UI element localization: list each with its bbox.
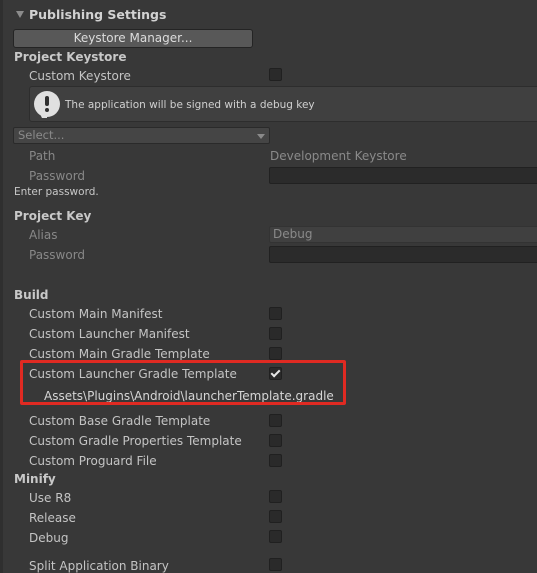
custom-base-gradle-template-label: Custom Base Gradle Template [29,414,211,428]
inspector-left-border [0,0,3,573]
warning-speech-bubble-icon [34,91,60,117]
use-r8-label: Use R8 [29,491,72,505]
split-application-binary-label: Split Application Binary [29,559,169,573]
alias-dropdown[interactable]: Debug [269,226,537,243]
keystore-password-field[interactable] [269,167,537,184]
foldout-title: Publishing Settings [29,7,167,22]
custom-launcher-manifest-checkbox[interactable] [269,327,282,340]
split-application-binary-checkbox[interactable] [269,558,282,571]
alias-label: Alias [29,228,58,242]
minify-debug-label: Debug [29,531,69,545]
custom-main-gradle-template-checkbox[interactable] [269,347,282,360]
minify-debug-checkbox[interactable] [269,530,282,543]
custom-keystore-label: Custom Keystore [29,69,131,83]
project-key-heading: Project Key [14,209,92,223]
custom-main-manifest-label: Custom Main Manifest [29,307,163,321]
publishing-settings-foldout[interactable]: Publishing Settings [16,7,166,22]
custom-keystore-checkbox[interactable] [269,68,282,81]
custom-gradle-properties-template-checkbox[interactable] [269,434,282,447]
keystore-password-label: Password [29,169,86,183]
key-password-field[interactable] [269,246,537,263]
foldout-triangle-icon [16,11,24,18]
custom-gradle-properties-template-label: Custom Gradle Properties Template [29,434,242,448]
custom-base-gradle-template-checkbox[interactable] [269,414,282,427]
helpbox-text: The application will be signed with a de… [65,99,315,111]
minify-release-checkbox[interactable] [269,510,282,523]
keystore-path-value: Development Keystore [270,149,407,163]
dropdown-caret-icon [257,134,265,139]
custom-proguard-file-label: Custom Proguard File [29,454,157,468]
keystore-select-dropdown[interactable]: Select... [13,127,270,144]
minify-release-label: Release [29,511,76,525]
alias-value: Debug [273,227,313,241]
custom-main-gradle-template-label: Custom Main Gradle Template [29,347,210,361]
highlight-box [20,360,346,405]
project-keystore-heading: Project Keystore [14,50,127,64]
keystore-path-label: Path [29,149,56,163]
minify-heading: Minify [14,472,56,486]
custom-launcher-manifest-label: Custom Launcher Manifest [29,327,190,341]
custom-proguard-file-checkbox[interactable] [269,454,282,467]
key-password-label: Password [29,248,86,262]
build-heading: Build [14,288,49,302]
custom-main-manifest-checkbox[interactable] [269,307,282,320]
select-placeholder: Select... [18,128,65,142]
enter-password-note: Enter password. [14,186,99,198]
use-r8-checkbox[interactable] [269,490,282,503]
keystore-manager-button[interactable]: Keystore Manager... [13,29,253,48]
